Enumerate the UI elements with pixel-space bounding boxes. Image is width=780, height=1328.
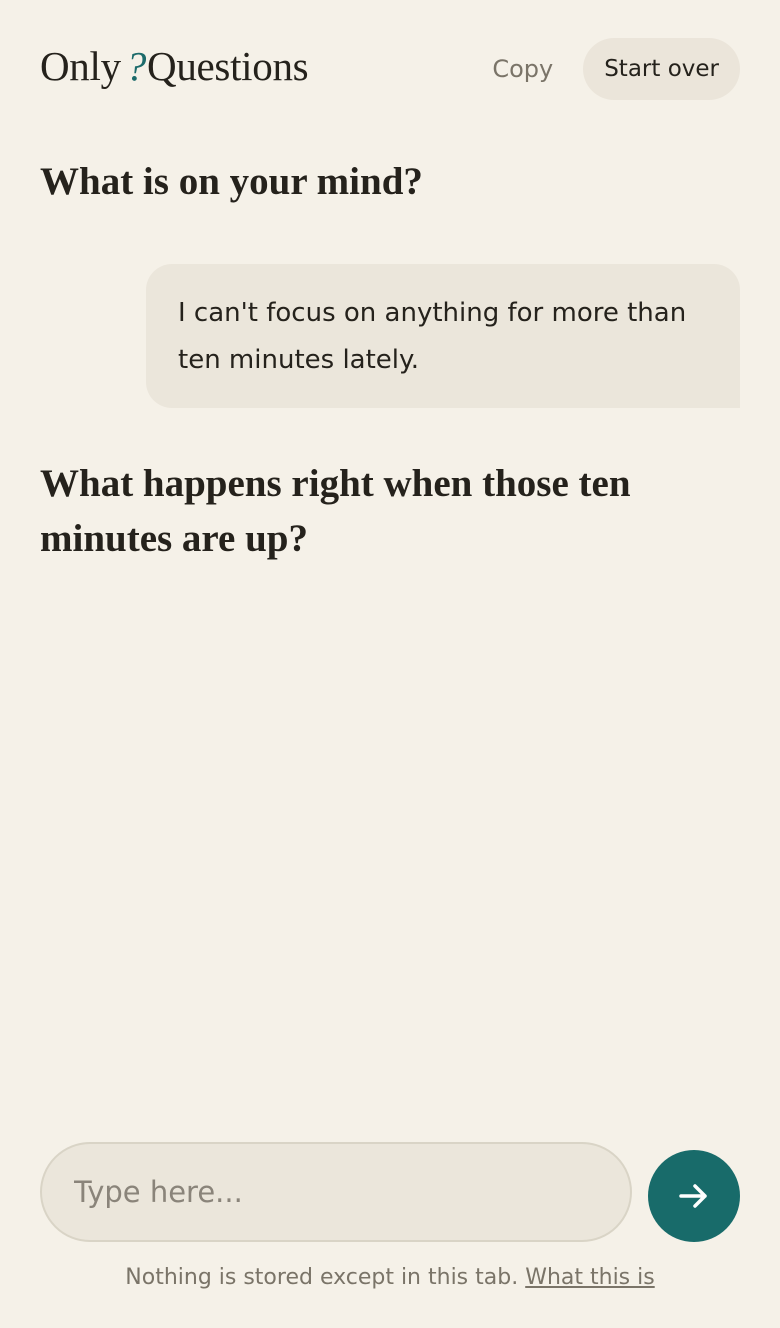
- copy-button[interactable]: Copy: [492, 55, 553, 83]
- logo-word-only: Only: [40, 43, 121, 89]
- privacy-notice: Nothing is stored except in this tab.: [125, 1265, 519, 1290]
- arrow-right-icon: [679, 1184, 707, 1208]
- send-button[interactable]: [648, 1150, 740, 1242]
- assistant-question: What happens right when those ten minute…: [40, 462, 631, 560]
- message-composer: [40, 1142, 740, 1242]
- logo-word-questions: Questions: [147, 43, 309, 89]
- app-logo: Only ?Questions: [40, 40, 309, 92]
- what-this-is-link[interactable]: What this is: [525, 1265, 655, 1290]
- app-header: Only ?Questions Copy Start over: [40, 38, 740, 100]
- user-message-bubble: I can't focus on anything for more than …: [146, 264, 740, 408]
- logo-question-mark: ?: [125, 43, 147, 89]
- header-actions: Copy Start over: [492, 38, 740, 100]
- privacy-footer: Nothing is stored except in this tab. Wh…: [0, 1265, 780, 1290]
- start-over-button[interactable]: Start over: [583, 38, 740, 100]
- message-input[interactable]: [40, 1142, 632, 1242]
- assistant-question: What is on your mind?: [40, 160, 423, 203]
